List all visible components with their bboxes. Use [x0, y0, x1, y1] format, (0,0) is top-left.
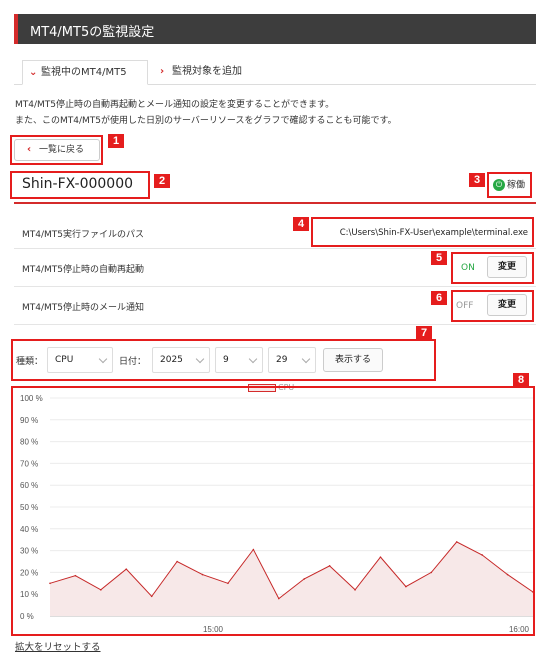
annotation-box-3: [487, 172, 532, 198]
annotation-badge-1: 1: [108, 134, 124, 148]
annotation-box-1: [10, 135, 103, 165]
annotation-badge-4: 4: [293, 217, 309, 231]
tab-add-target[interactable]: › 監視対象を追加: [154, 60, 242, 85]
tab-monitoring-label: 監視中のMT4/MT5: [41, 67, 127, 78]
annotation-box-2: [10, 171, 150, 199]
page-header: MT4/MT5の監視設定: [14, 14, 536, 44]
description-line-1: MT4/MT5停止時の自動再起動とメール通知の設定を変更することができます。: [15, 100, 335, 110]
mail-notify-label: MT4/MT5停止時のメール通知: [22, 303, 145, 313]
chevron-right-icon: ›: [160, 66, 165, 77]
chevron-down-icon: ⌄: [29, 67, 38, 78]
auto-restart-label: MT4/MT5停止時の自動再起動: [22, 265, 145, 275]
path-label: MT4/MT5実行ファイルのパス: [22, 230, 145, 240]
annotation-badge-3: 3: [469, 173, 485, 187]
annotation-box-8: [11, 386, 535, 636]
annotation-badge-2: 2: [154, 174, 170, 188]
description-line-2: また、このMT4/MT5が使用した日別のサーバーリソースをグラフで確認することも…: [15, 116, 397, 126]
tab-monitoring[interactable]: ⌄ 監視中のMT4/MT5: [22, 60, 148, 85]
annotation-box-6: [451, 290, 534, 322]
title-divider: [14, 202, 536, 204]
tab-add-target-label: 監視対象を追加: [172, 66, 242, 77]
annotation-box-7: [11, 339, 436, 381]
annotation-badge-6: 6: [431, 291, 447, 305]
annotation-badge-5: 5: [431, 251, 447, 265]
annotation-box-5: [451, 252, 534, 284]
annotation-badge-7: 7: [416, 326, 432, 340]
page-title: MT4/MT5の監視設定: [30, 25, 155, 40]
annotation-badge-8: 8: [513, 373, 529, 387]
annotation-box-4: [311, 217, 534, 247]
reset-zoom-link[interactable]: 拡大をリセットする: [15, 639, 101, 653]
tab-bar: ⌄ 監視中のMT4/MT5 › 監視対象を追加: [14, 60, 536, 85]
